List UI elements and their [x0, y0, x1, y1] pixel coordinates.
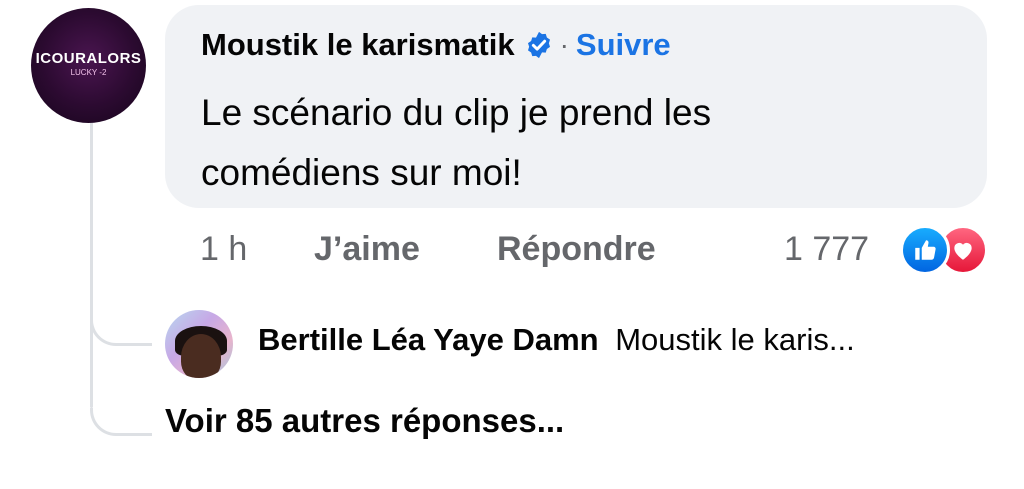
- comment-timestamp[interactable]: 1 h: [200, 230, 247, 269]
- reaction-icons[interactable]: [900, 225, 992, 275]
- author-avatar[interactable]: ICOURALORS LUCKY -2: [31, 8, 146, 123]
- comment-text-line-2: comédiens sur moi!: [201, 152, 522, 193]
- comment-bubble: Moustik le karismatik · Suivre Le scénar…: [165, 5, 987, 208]
- reply-button[interactable]: Répondre: [497, 230, 656, 269]
- reply-author-name[interactable]: Bertille Léa Yaye Damn: [258, 322, 599, 357]
- verified-badge-icon: [524, 30, 554, 60]
- avatar-logo-text: ICOURALORS: [35, 50, 142, 67]
- reaction-count[interactable]: 1 777: [784, 230, 869, 269]
- reply-preview-text: Moustik le karis...: [615, 322, 855, 357]
- like-button[interactable]: J’aime: [314, 230, 420, 269]
- comment-header: Moustik le karismatik · Suivre: [201, 27, 671, 63]
- comment-author-name[interactable]: Moustik le karismatik: [201, 27, 515, 63]
- follow-button[interactable]: Suivre: [576, 27, 671, 63]
- avatar-sub-text: LUCKY -2: [70, 68, 107, 77]
- comment-body: Le scénario du clip je prend les comédie…: [201, 83, 901, 203]
- comment-text-line-1: Le scénario du clip je prend les: [201, 92, 712, 133]
- reply-author-avatar[interactable]: [165, 310, 233, 378]
- like-icon: [900, 225, 950, 275]
- reply-preview[interactable]: Bertille Léa Yaye Damn Moustik le karis.…: [258, 322, 855, 358]
- separator-dot: ·: [559, 29, 569, 60]
- thread-line: [90, 112, 93, 408]
- view-more-replies-link[interactable]: Voir 85 autres réponses...: [165, 402, 564, 440]
- thread-connector-more: [90, 408, 152, 436]
- thread-connector-reply: [90, 318, 152, 346]
